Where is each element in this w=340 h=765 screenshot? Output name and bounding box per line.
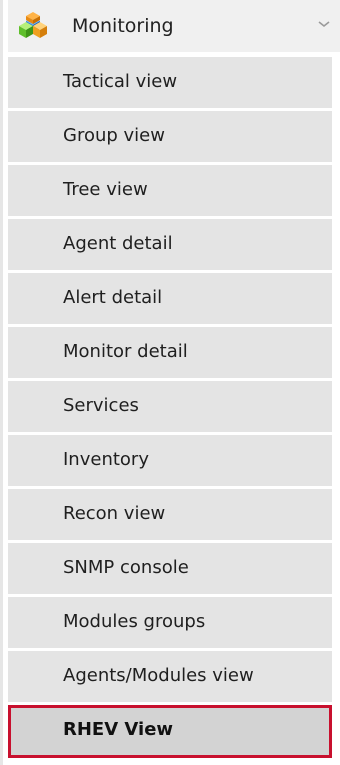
menu-item-snmp-console[interactable]: SNMP console (8, 543, 332, 597)
chevron-down-icon[interactable] (316, 18, 332, 30)
menu-item-label: SNMP console (63, 557, 189, 578)
menu-item-label: Monitor detail (63, 341, 188, 362)
menu-item-label: Inventory (63, 449, 149, 470)
menu-item-alert-detail[interactable]: Alert detail (8, 273, 332, 327)
menu-item-group-view[interactable]: Group view (8, 111, 332, 165)
menu-item-modules-groups[interactable]: Modules groups (8, 597, 332, 651)
menu-item-recon-view[interactable]: Recon view (8, 489, 332, 543)
menu-item-tactical-view[interactable]: Tactical view (8, 57, 332, 111)
menu-header-title: Monitoring (72, 15, 174, 37)
menu-left-rule (0, 0, 3, 765)
menu-item-label: Services (63, 395, 139, 416)
menu-item-monitor-detail[interactable]: Monitor detail (8, 327, 332, 381)
cube-stack-icon (19, 12, 47, 38)
menu-item-label: Alert detail (63, 287, 163, 308)
menu-item-label: Recon view (63, 503, 166, 524)
monitoring-submenu: Tactical view Group view Tree view Agent… (8, 57, 332, 758)
menu-item-agent-detail[interactable]: Agent detail (8, 219, 332, 273)
menu-item-label: Tactical view (63, 71, 178, 92)
menu-item-label: Agent detail (63, 233, 173, 254)
menu-item-inventory[interactable]: Inventory (8, 435, 332, 489)
menu-item-services[interactable]: Services (8, 381, 332, 435)
menu-item-label: Group view (63, 125, 165, 146)
monitoring-menu: Monitoring Tactical view Group view Tree… (0, 0, 340, 765)
menu-item-tree-view[interactable]: Tree view (8, 165, 332, 219)
menu-item-agents-modules-view[interactable]: Agents/Modules view (8, 651, 332, 705)
menu-item-label: Agents/Modules view (63, 665, 254, 686)
menu-item-label: Tree view (63, 179, 148, 200)
monitoring-menu-header[interactable]: Monitoring (8, 0, 340, 52)
menu-item-label: RHEV View (63, 719, 174, 740)
menu-item-label: Modules groups (63, 611, 206, 632)
menu-item-rhev-view[interactable]: RHEV View (8, 705, 332, 758)
